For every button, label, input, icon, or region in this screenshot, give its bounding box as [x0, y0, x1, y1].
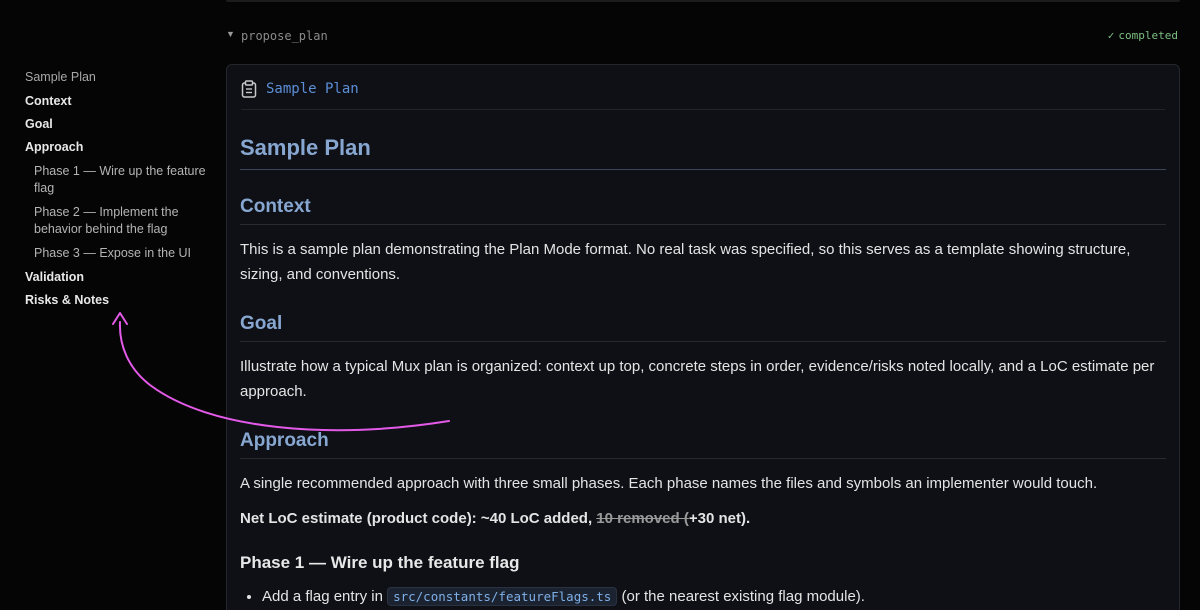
context-text: This is a sample plan demonstrating the … — [240, 241, 1131, 283]
context-heading: Context — [240, 196, 1166, 225]
approach-heading: Approach — [240, 430, 1166, 459]
toc-item-phase-1[interactable]: Phase 1 — Wire up the feature flag — [34, 163, 215, 197]
clipboard-icon — [241, 80, 257, 98]
top-divider — [226, 0, 1180, 2]
toc-item-validation[interactable]: Validation — [25, 270, 215, 284]
loc-estimate-prefix: Net LoC estimate (product code): ~40 LoC… — [240, 510, 597, 527]
bullet-prefix: Add a flag entry in — [262, 588, 388, 605]
list-item: Add a flag entry in src/constants/featur… — [262, 585, 1166, 609]
plan-view: Sample Plan Context Goal Approach Phase … — [0, 0, 1200, 610]
plan-card-header: Sample Plan — [241, 65, 1165, 110]
toc-item-goal[interactable]: Goal — [25, 117, 215, 131]
bullet-suffix: (or the nearest existing flag module). — [617, 588, 865, 605]
loc-estimate-struck: 10 removed ( — [596, 510, 689, 527]
tool-status-badge: ✓ completed — [1108, 29, 1178, 42]
phase-1-list: Add a flag entry in src/constants/featur… — [240, 585, 1166, 609]
phase-1-heading: Phase 1 — Wire up the feature flag — [240, 553, 520, 572]
approach-text: A single recommended approach with three… — [240, 475, 1098, 492]
toc-item-approach[interactable]: Approach — [25, 140, 215, 154]
toc-title[interactable]: Sample Plan — [25, 70, 215, 84]
collapse-caret-icon[interactable]: ▼ — [226, 29, 235, 39]
goal-heading: Goal — [240, 313, 1166, 342]
loc-estimate: Net LoC estimate (product code): ~40 LoC… — [240, 506, 1166, 531]
toc-item-phase-2[interactable]: Phase 2 — Implement the behavior behind … — [34, 204, 215, 238]
plan-heading: Sample Plan — [240, 135, 1166, 170]
tool-call-header[interactable]: ▼ propose_plan ✓ completed — [226, 26, 1180, 46]
toc-item-risks-notes[interactable]: Risks & Notes — [25, 293, 215, 307]
plan-document: Sample Plan Context This is a sample pla… — [240, 135, 1166, 609]
inline-code: src/constants/featureFlags.ts — [387, 587, 618, 606]
toc-item-context[interactable]: Context — [25, 94, 215, 108]
loc-estimate-suffix: +30 net). — [688, 510, 751, 527]
plan-card: Sample Plan Sample Plan Context This is … — [226, 64, 1180, 610]
check-icon: ✓ — [1107, 29, 1115, 42]
tool-name: propose_plan — [241, 29, 328, 43]
tool-status-label: completed — [1118, 29, 1178, 42]
toc-item-phase-3[interactable]: Phase 3 — Expose in the UI — [34, 245, 215, 262]
toc-sidebar: Sample Plan Context Goal Approach Phase … — [25, 70, 215, 316]
goal-text: Illustrate how a typical Mux plan is org… — [240, 358, 1155, 400]
plan-card-title: Sample Plan — [266, 81, 359, 97]
